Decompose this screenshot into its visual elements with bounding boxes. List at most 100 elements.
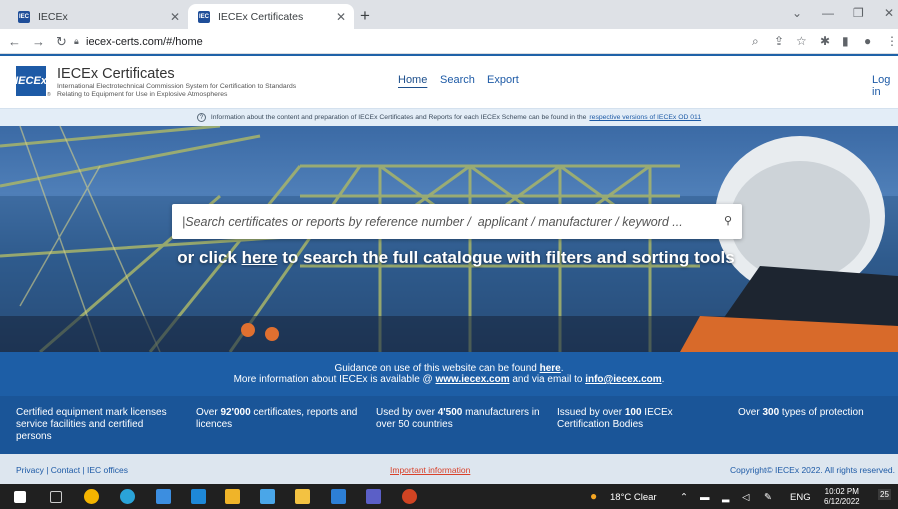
bookmark-star-icon[interactable]: ☆ <box>796 34 807 48</box>
show-hidden-icons-icon[interactable]: ⌃ <box>680 492 688 503</box>
nav-export[interactable]: Export <box>487 74 519 86</box>
side-panel-icon[interactable]: ▮ <box>842 34 849 48</box>
task-view-icon[interactable] <box>50 491 62 503</box>
stat-text: types of protection <box>781 407 864 418</box>
search-input[interactable] <box>182 204 712 239</box>
guidance-period: . <box>661 374 665 385</box>
catalogue-here-link[interactable]: here <box>242 248 278 267</box>
url-field[interactable]: iecex-certs.com/#/home <box>86 36 203 48</box>
search-icon[interactable]: ⚲ <box>724 214 732 227</box>
nav-home[interactable]: Home <box>398 74 427 86</box>
stat-number: 4'500 <box>437 407 463 418</box>
catalogue-prefix: or click <box>177 248 237 267</box>
stats-band: Certified equipment mark licenses servic… <box>0 396 898 454</box>
info-text: Information about the content and prepar… <box>210 114 587 121</box>
guidance-line-1: Guidance on use of this website can be f… <box>0 363 898 374</box>
browser-tab-iecex-certificates[interactable]: IEC IECEx Certificates ✕ <box>188 4 354 29</box>
more-info-text: More information about IECEx is availabl… <box>233 374 433 385</box>
copyright-text: Copyright© IECEx 2022. All rights reserv… <box>730 465 896 475</box>
site-header: IECEx ® IECEx Certificates International… <box>0 54 898 108</box>
lock-icon[interactable]: 🔒︎ <box>74 36 79 47</box>
signal-icon[interactable]: ▂ <box>722 492 729 503</box>
stat-text: Certified equipment mark licenses servic… <box>16 407 167 442</box>
info-banner: ? Information about the content and prep… <box>0 108 898 126</box>
hero-banner <box>0 126 898 352</box>
browser-tab-strip: IEC IECEx ✕ IEC IECEx Certificates ✕ + ⌄… <box>0 0 898 29</box>
back-icon[interactable]: ← <box>8 34 21 49</box>
stat-number: 300 <box>762 407 780 418</box>
new-tab-button[interactable]: + <box>360 6 370 26</box>
notification-badge[interactable]: 25 <box>878 489 891 500</box>
minimize-icon[interactable]: — <box>822 6 834 20</box>
tab-title: IECEx Certificates <box>218 10 304 23</box>
close-tab-icon[interactable]: ✕ <box>336 10 346 24</box>
chrome-icon[interactable] <box>84 489 99 504</box>
site-title: IECEx Certificates <box>57 66 175 82</box>
zoom-icon[interactable]: ⌕ <box>752 34 759 49</box>
share-icon[interactable]: ⇪ <box>774 34 784 48</box>
email-text: and via email to <box>512 374 583 385</box>
profile-avatar-icon[interactable]: ● <box>864 34 871 48</box>
menu-kebab-icon[interactable]: ⋮ <box>886 34 898 48</box>
restore-icon[interactable]: ❐ <box>853 6 864 20</box>
browser-tab-iecex[interactable]: IEC IECEx ✕ <box>8 4 188 29</box>
close-tab-icon[interactable]: ✕ <box>170 10 180 24</box>
iecex-logo[interactable]: IECEx <box>15 66 47 96</box>
close-window-icon[interactable]: ✕ <box>884 6 894 20</box>
guidance-here-link[interactable]: here <box>540 363 561 374</box>
extensions-icon[interactable]: ✱ <box>820 34 830 48</box>
iecex-favicon-icon: IEC <box>198 10 210 23</box>
guidance-line-2: More information about IECEx is availabl… <box>0 374 898 385</box>
mail-icon[interactable] <box>191 489 206 504</box>
stat-protection-types: Over 300 types of protection <box>738 407 896 419</box>
power-automate-icon[interactable] <box>156 489 171 504</box>
stat-certification-bodies: Issued by over 100 IECEx Certification B… <box>557 407 717 431</box>
reload-icon[interactable]: ↻ <box>56 34 67 50</box>
stat-certified-services: Certified equipment mark licenses servic… <box>16 407 181 443</box>
trademark-mark: ® <box>47 92 51 98</box>
system-clock[interactable]: 10:02 PM 6/12/2022 <box>824 487 860 507</box>
important-information-link[interactable]: Important information <box>390 465 470 475</box>
certificate-search-box: ⚲ <box>172 204 742 239</box>
language-indicator[interactable]: ENG <box>790 492 811 503</box>
help-circle-icon: ? <box>196 113 206 122</box>
stat-number: 100 <box>624 407 642 418</box>
tab-title: IECEx <box>38 10 68 23</box>
stat-text: Issued by over <box>557 407 623 418</box>
od011-link[interactable]: respective versions of IECEx OD 011 <box>589 114 701 121</box>
clock-time: 10:02 PM <box>824 487 859 496</box>
edge-icon[interactable] <box>120 489 135 504</box>
powerpoint-icon[interactable] <box>402 489 417 504</box>
stat-text: Over <box>196 407 218 418</box>
guidance-section: Guidance on use of this website can be f… <box>0 352 898 396</box>
login-link[interactable]: Log in <box>872 74 898 98</box>
email-link[interactable]: info@iecex.com <box>585 374 661 385</box>
clock-date: 6/12/2022 <box>824 497 860 506</box>
guidance-period: . <box>560 363 564 374</box>
windows-taskbar: ● 18°C Clear ⌃ ▬ ▂ ◁ ✎ ENG 10:02 PM 6/12… <box>0 484 898 509</box>
iecex-favicon-icon: IEC <box>18 10 30 23</box>
catalogue-suffix: to search the full catalogue with filter… <box>282 248 735 267</box>
outlook-icon[interactable] <box>260 489 275 504</box>
file-explorer-icon[interactable] <box>295 489 310 504</box>
calendar-icon[interactable] <box>225 489 240 504</box>
tab-search-icon[interactable]: ⌄ <box>792 6 802 20</box>
pen-icon[interactable]: ✎ <box>764 492 772 503</box>
stat-certificates: Over 92'000 certificates, reports and li… <box>196 407 361 431</box>
guidance-text: Guidance on use of this website can be f… <box>334 363 537 374</box>
forward-icon[interactable]: → <box>32 34 45 49</box>
weather-text[interactable]: 18°C Clear <box>610 492 657 503</box>
footer-links[interactable]: Privacy | Contact | IEC offices <box>16 465 128 475</box>
windows-start-icon[interactable] <box>14 491 26 503</box>
stat-text: Used by over <box>376 407 435 418</box>
nav-search[interactable]: Search <box>440 74 475 86</box>
iecex-website-link[interactable]: www.iecex.com <box>435 374 509 385</box>
catalogue-prompt: or click here to search the full catalog… <box>0 248 898 268</box>
teams-icon[interactable] <box>366 489 381 504</box>
network-icon[interactable]: ▬ <box>700 492 710 503</box>
address-bar-row: ← → ↻ 🔒︎ iecex-certs.com/#/home ⌕ ⇪ ☆ ✱ … <box>0 29 898 54</box>
whiteboard-icon[interactable] <box>331 489 346 504</box>
stat-text: Over <box>738 407 760 418</box>
volume-icon[interactable]: ◁ <box>742 492 749 503</box>
stat-manufacturers: Used by over 4'500 manufacturers in over… <box>376 407 541 431</box>
